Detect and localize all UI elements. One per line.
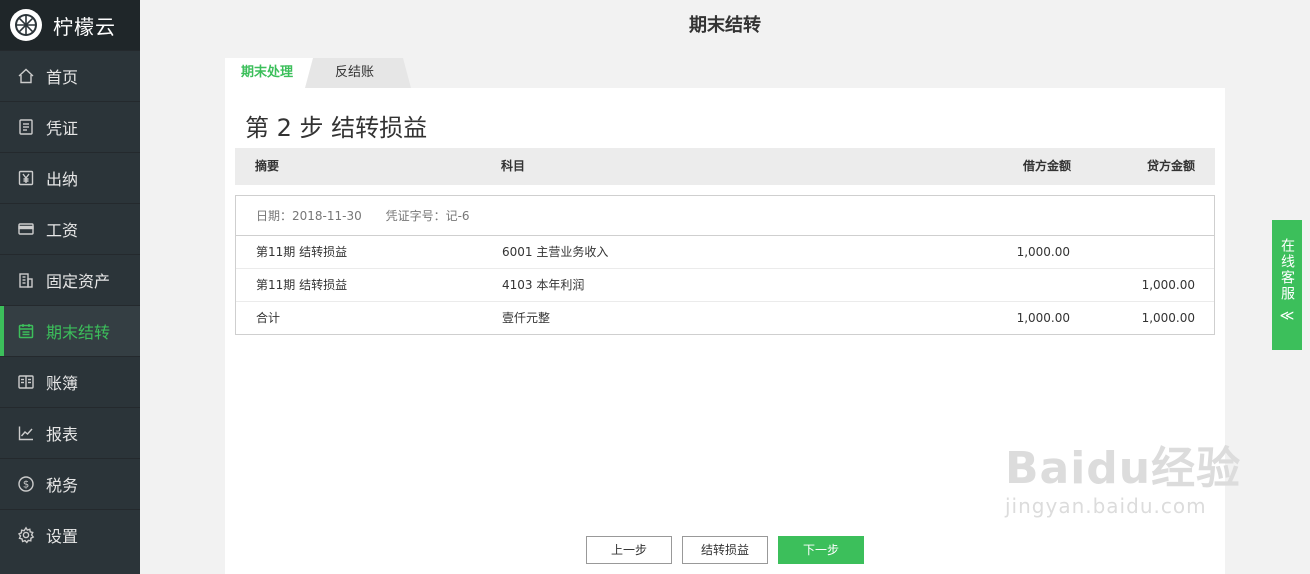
cell-credit: 1,000.00 — [1141, 278, 1195, 292]
table-row: 第11期 结转损益 6001 主营业务收入 1,000.00 — [236, 236, 1214, 269]
header-subject: 科目 — [501, 159, 526, 173]
voucher-icon — [16, 117, 36, 137]
voucher-date: 日期：2018-11-30 — [256, 209, 362, 223]
tab-period-end-processing[interactable]: 期末处理 — [225, 58, 313, 88]
cell-subject: 壹仟元整 — [502, 311, 551, 325]
sidebar-item-home[interactable]: 首页 — [0, 50, 140, 101]
main-panel: 第 2 步 结转损益 摘要 科目 借方金额 贷方金额 日期：2018-11-30… — [225, 88, 1225, 574]
sidebar-item-label: 账簿 — [46, 374, 79, 393]
online-service-button[interactable]: 在线客服 ≪ — [1272, 220, 1302, 350]
svg-text:$: $ — [23, 480, 29, 491]
sidebar-item-salary[interactable]: 工资 — [0, 203, 140, 254]
transfer-profit-loss-button[interactable]: 结转损益 — [682, 536, 768, 564]
calendar-icon — [16, 321, 36, 341]
header-summary: 摘要 — [255, 159, 280, 173]
cell-credit: 1,000.00 — [1141, 311, 1195, 325]
header-credit: 贷方金额 — [1146, 159, 1195, 173]
sidebar-item-fixed-assets[interactable]: 固定资产 — [0, 254, 140, 305]
cell-summary: 第11期 结转损益 — [256, 245, 348, 259]
cell-debit: 1,000.00 — [1016, 311, 1070, 325]
table-total-row: 合计 壹仟元整 1,000.00 1,000.00 — [236, 302, 1214, 335]
sidebar-item-label: 工资 — [46, 221, 79, 240]
sidebar-nav: 首页 凭证 出纳 工资 固定资产 期末结转 账簿 报表 $ 税务 设置 — [0, 50, 140, 560]
online-service-label: 在线客服 — [1279, 238, 1295, 302]
lemon-logo-icon — [10, 9, 42, 41]
sidebar-item-tax[interactable]: $ 税务 — [0, 458, 140, 509]
prev-step-button[interactable]: 上一步 — [586, 536, 672, 564]
cell-debit: 1,000.00 — [1016, 245, 1070, 259]
double-chevron-left-icon: ≪ — [1279, 308, 1295, 324]
tab-bar: 期末处理 反结账 — [225, 58, 411, 88]
sidebar: 柠檬云 首页 凭证 出纳 工资 固定资产 期末结转 账簿 报表 $ 税务 设置 — [0, 0, 140, 574]
cashier-icon — [16, 168, 36, 188]
chart-icon — [16, 423, 36, 443]
step-title: 第 2 步 结转损益 — [245, 114, 428, 142]
header-debit: 借方金额 — [1022, 159, 1071, 173]
app-name: 柠檬云 — [53, 14, 116, 39]
next-step-button[interactable]: 下一步 — [778, 536, 864, 564]
cell-summary: 第11期 结转损益 — [256, 278, 348, 292]
sidebar-item-label: 首页 — [46, 68, 79, 87]
sidebar-item-label: 出纳 — [46, 170, 79, 189]
sidebar-item-label: 设置 — [46, 527, 79, 546]
sidebar-item-ledger[interactable]: 账簿 — [0, 356, 140, 407]
building-icon — [16, 270, 36, 290]
sidebar-item-voucher[interactable]: 凭证 — [0, 101, 140, 152]
sidebar-item-label: 报表 — [46, 425, 79, 444]
page-title: 期末结转 — [689, 15, 761, 36]
sidebar-item-label: 凭证 — [46, 119, 79, 138]
sidebar-item-label: 期末结转 — [46, 323, 111, 342]
sidebar-item-settings[interactable]: 设置 — [0, 509, 140, 560]
sidebar-item-label: 固定资产 — [46, 272, 111, 291]
app-logo[interactable]: 柠檬云 — [0, 0, 140, 50]
sidebar-item-cashier[interactable]: 出纳 — [0, 152, 140, 203]
voucher-number: 凭证字号：记-6 — [385, 209, 470, 223]
tab-reverse-closing[interactable]: 反结账 — [305, 58, 411, 88]
salary-card-icon — [16, 219, 36, 239]
dollar-icon: $ — [16, 474, 36, 494]
cell-summary: 合计 — [256, 311, 281, 325]
book-icon — [16, 372, 36, 392]
cell-subject: 6001 主营业务收入 — [502, 245, 609, 259]
sidebar-item-reports[interactable]: 报表 — [0, 407, 140, 458]
voucher-preview: 日期：2018-11-30 凭证字号：记-6 第11期 结转损益 6001 主营… — [235, 195, 1215, 335]
gear-icon — [16, 525, 36, 545]
table-row: 第11期 结转损益 4103 本年利润 1,000.00 — [236, 269, 1214, 302]
voucher-meta: 日期：2018-11-30 凭证字号：记-6 — [236, 196, 1214, 236]
sidebar-item-period-end[interactable]: 期末结转 — [0, 305, 140, 356]
cell-subject: 4103 本年利润 — [502, 278, 585, 292]
home-icon — [16, 66, 36, 86]
table-header: 摘要 科目 借方金额 贷方金额 — [235, 148, 1215, 185]
sidebar-item-label: 税务 — [46, 476, 79, 495]
step-buttons: 上一步 结转损益 下一步 — [586, 536, 864, 564]
